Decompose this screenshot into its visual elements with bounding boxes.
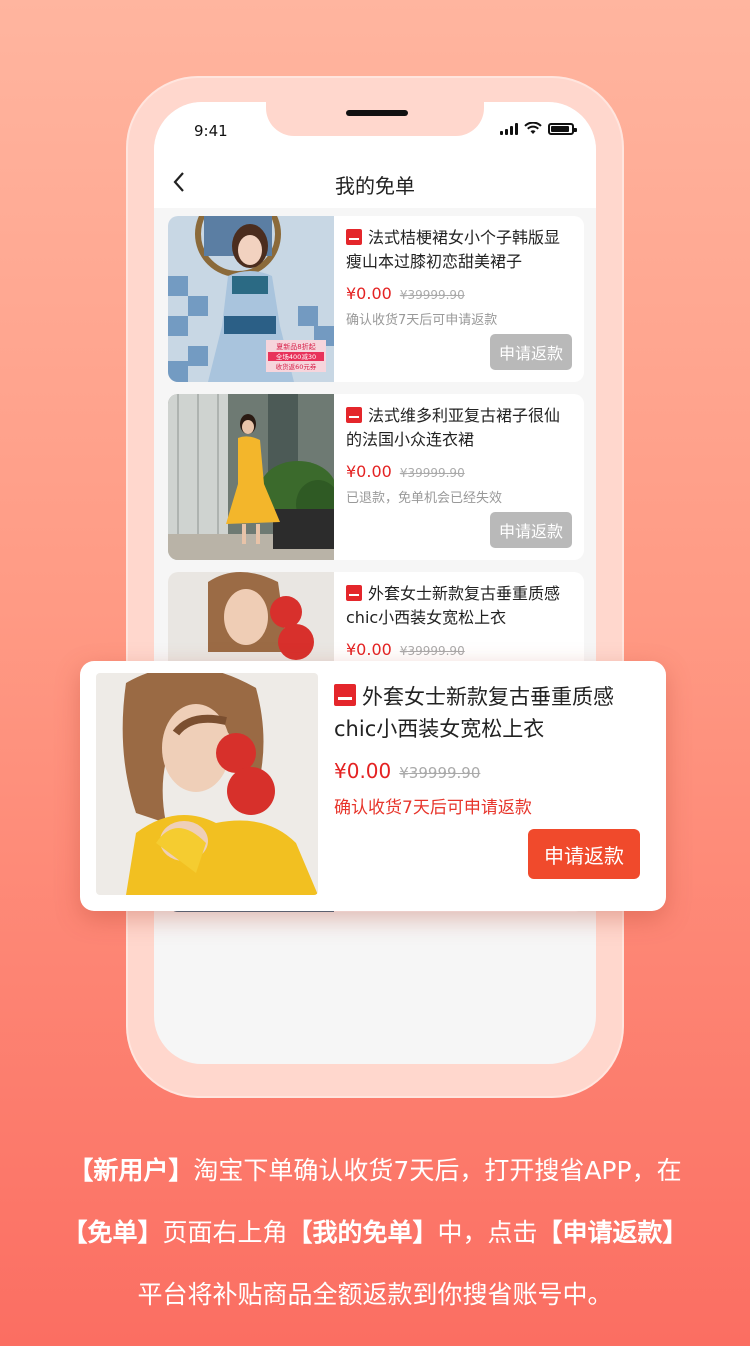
caption-line-1: 【新用户】淘宝下单确认收货7天后，打开搜省APP，在 <box>0 1140 750 1202</box>
original-price: ¥39999.90 <box>399 644 465 658</box>
caption-line-2: 【免单】页面右上角【我的免单】中，点击【申请返款】 <box>0 1202 750 1264</box>
refund-button[interactable]: 申请返款 <box>528 829 640 879</box>
status-note: 确认收货7天后可申请返款 <box>334 798 532 818</box>
tmall-icon <box>346 585 362 601</box>
original-price: ¥39999.90 <box>399 288 465 302</box>
product-title: 法式维多利亚复古裙子很仙的法国小众连衣裙 <box>346 404 574 452</box>
status-note: 确认收货7天后可申请返款 <box>346 313 498 328</box>
caption-text: 淘宝下单确认收货7天后，打开搜省APP，在 <box>193 1156 682 1185</box>
status-time: 9:41 <box>194 122 228 140</box>
price: ¥0.00 <box>346 640 392 659</box>
product-title: 外套女士新款复古垂重质感chic小西装女宽松上衣 <box>334 681 642 745</box>
product-title: 外套女士新款复古垂重质感chic小西装女宽松上衣 <box>346 582 574 630</box>
caption-text: 中，点击 <box>437 1218 538 1247</box>
tmall-icon <box>346 407 362 423</box>
caption-text: 页面右上角 <box>162 1218 288 1247</box>
original-price: ¥39999.90 <box>399 466 465 480</box>
caption-bold: 【免单】 <box>62 1218 163 1247</box>
price: ¥0.00 <box>334 759 392 783</box>
tmall-icon <box>334 684 356 706</box>
refund-button[interactable]: 申请返款 <box>490 512 572 548</box>
product-title-text: 法式维多利亚复古裙子很仙的法国小众连衣裙 <box>346 406 561 449</box>
order-card[interactable]: 夏新品8折起 全场400减30 收货返60元券 法式桔梗裙女小个子韩版显瘦山本过… <box>168 216 584 382</box>
badge-text: 全场400减30 <box>276 352 316 361</box>
product-title-text: 法式桔梗裙女小个子韩版显瘦山本过膝初恋甜美裙子 <box>346 228 561 271</box>
phone-frame: 9:41 我的免单 夏新品8折起 全场400减30 收货返60元券 法式桔梗裙女… <box>126 76 624 1098</box>
highlighted-order-card[interactable]: 外套女士新款复古垂重质感chic小西装女宽松上衣 ¥0.00 ¥39999.90… <box>80 661 666 911</box>
status-note: 已退款，免单机会已经失效 <box>346 491 503 506</box>
caption-bold: 【新用户】 <box>68 1156 194 1185</box>
battery-icon <box>548 122 577 135</box>
product-image <box>96 673 318 895</box>
badge-text: 收货返60元券 <box>276 362 317 371</box>
tmall-icon <box>346 229 362 245</box>
product-title: 法式桔梗裙女小个子韩版显瘦山本过膝初恋甜美裙子 <box>346 226 574 274</box>
status-icons <box>500 122 577 135</box>
page-title: 我的免单 <box>335 174 415 198</box>
product-title-text: 外套女士新款复古垂重质感chic小西装女宽松上衣 <box>334 685 614 741</box>
product-title-text: 外套女士新款复古垂重质感chic小西装女宽松上衣 <box>346 584 561 627</box>
product-image <box>168 394 334 560</box>
price: ¥0.00 <box>346 284 392 303</box>
phone-screen: 9:41 我的免单 夏新品8折起 全场400减30 收货返60元券 法式桔梗裙女… <box>154 102 596 1064</box>
price: ¥0.00 <box>346 462 392 481</box>
signal-icon <box>500 122 518 135</box>
phone-notch <box>266 102 484 136</box>
order-card[interactable]: 法式维多利亚复古裙子很仙的法国小众连衣裙 ¥0.00 ¥39999.90 已退款… <box>168 394 584 560</box>
badge-text: 夏新品8折起 <box>276 342 315 351</box>
caption-line-3: 平台将补贴商品全额返款到你搜省账号中。 <box>137 1280 613 1309</box>
wifi-icon <box>524 122 542 134</box>
instruction-caption: 【新用户】淘宝下单确认收货7天后，打开搜省APP，在 【免单】页面右上角【我的免… <box>0 1140 750 1326</box>
product-image: 夏新品8折起 全场400减30 收货返60元券 <box>168 216 334 382</box>
caption-bold: 【我的免单】 <box>287 1218 438 1247</box>
original-price: ¥39999.90 <box>399 764 481 782</box>
refund-button[interactable]: 申请返款 <box>490 334 572 370</box>
caption-bold: 【申请返款】 <box>537 1218 688 1247</box>
nav-bar: 我的免单 <box>154 158 596 208</box>
